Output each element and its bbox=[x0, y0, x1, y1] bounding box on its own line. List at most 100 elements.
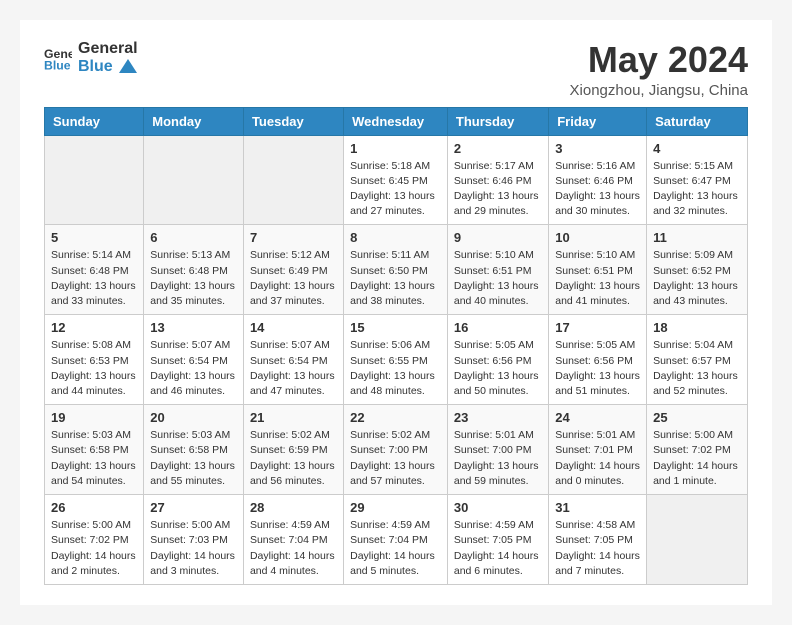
day-number: 8 bbox=[350, 230, 441, 245]
day-info: Sunrise: 4:59 AM Sunset: 7:04 PM Dayligh… bbox=[250, 518, 337, 579]
calendar-container: General Blue General Blue May 2024 Xiong… bbox=[20, 20, 772, 605]
day-info: Sunrise: 4:58 AM Sunset: 7:05 PM Dayligh… bbox=[555, 518, 640, 579]
col-header-sunday: Sunday bbox=[45, 107, 144, 135]
day-number: 29 bbox=[350, 500, 441, 515]
header-row: General Blue General Blue May 2024 Xiong… bbox=[44, 40, 748, 99]
day-info: Sunrise: 5:18 AM Sunset: 6:45 PM Dayligh… bbox=[350, 159, 441, 220]
day-number: 31 bbox=[555, 500, 640, 515]
calendar-cell: 12Sunrise: 5:08 AM Sunset: 6:53 PM Dayli… bbox=[45, 315, 144, 405]
day-info: Sunrise: 5:11 AM Sunset: 6:50 PM Dayligh… bbox=[350, 248, 441, 309]
col-header-friday: Friday bbox=[549, 107, 647, 135]
col-header-tuesday: Tuesday bbox=[243, 107, 343, 135]
day-info: Sunrise: 5:00 AM Sunset: 7:02 PM Dayligh… bbox=[51, 518, 137, 579]
day-number: 11 bbox=[653, 230, 741, 245]
brand-general: General bbox=[78, 40, 138, 58]
day-info: Sunrise: 5:04 AM Sunset: 6:57 PM Dayligh… bbox=[653, 338, 741, 399]
calendar-cell bbox=[144, 135, 244, 225]
day-info: Sunrise: 5:10 AM Sunset: 6:51 PM Dayligh… bbox=[454, 248, 542, 309]
calendar-cell: 22 Sunrise: 5:02 AM Sunset: 7:00 PM Dayli… bbox=[344, 405, 448, 495]
calendar-cell: 3 Sunrise: 5:16 AM Sunset: 6:46 PM Daylig… bbox=[549, 135, 647, 225]
calendar-cell: 13Sunrise: 5:07 AM Sunset: 6:54 PM Dayli… bbox=[144, 315, 244, 405]
day-number: 4 bbox=[653, 141, 741, 156]
day-info: Sunrise: 5:14 AM Sunset: 6:48 PM Dayligh… bbox=[51, 248, 137, 309]
day-info: Sunrise: 5:07 AM Sunset: 6:54 PM Dayligh… bbox=[250, 338, 337, 399]
calendar-cell: 9Sunrise: 5:10 AM Sunset: 6:51 PM Daylig… bbox=[447, 225, 548, 315]
calendar-body: 1 Sunrise: 5:18 AM Sunset: 6:45 PM Daylig… bbox=[45, 135, 748, 584]
calendar-cell: 1 Sunrise: 5:18 AM Sunset: 6:45 PM Daylig… bbox=[344, 135, 448, 225]
day-info: Sunrise: 5:01 AM Sunset: 7:00 PM Dayligh… bbox=[454, 428, 542, 489]
col-header-wednesday: Wednesday bbox=[344, 107, 448, 135]
month-year-title: May 2024 bbox=[570, 40, 748, 80]
day-info: Sunrise: 5:03 AM Sunset: 6:58 PM Dayligh… bbox=[51, 428, 137, 489]
day-number: 16 bbox=[454, 320, 542, 335]
calendar-cell: 21Sunrise: 5:02 AM Sunset: 6:59 PM Dayli… bbox=[243, 405, 343, 495]
day-info: Sunrise: 5:02 AM Sunset: 7:00 PM Dayligh… bbox=[350, 428, 441, 489]
location-subtitle: Xiongzhou, Jiangsu, China bbox=[570, 82, 748, 99]
day-number: 18 bbox=[653, 320, 741, 335]
calendar-table: Sunday Monday Tuesday Wednesday Thursday… bbox=[44, 107, 748, 585]
day-number: 24 bbox=[555, 410, 640, 425]
day-number: 2 bbox=[454, 141, 542, 156]
day-info: Sunrise: 5:06 AM Sunset: 6:55 PM Dayligh… bbox=[350, 338, 441, 399]
calendar-cell: 23 Sunrise: 5:01 AM Sunset: 7:00 PM Dayli… bbox=[447, 405, 548, 495]
calendar-week-row: 19 Sunrise: 5:03 AM Sunset: 6:58 PM Dayli… bbox=[45, 405, 748, 495]
day-number: 12 bbox=[51, 320, 137, 335]
day-info: Sunrise: 5:05 AM Sunset: 6:56 PM Dayligh… bbox=[454, 338, 542, 399]
calendar-cell bbox=[243, 135, 343, 225]
col-header-saturday: Saturday bbox=[647, 107, 748, 135]
calendar-cell bbox=[45, 135, 144, 225]
day-number: 17 bbox=[555, 320, 640, 335]
day-number: 14 bbox=[250, 320, 337, 335]
calendar-cell: 8 Sunrise: 5:11 AM Sunset: 6:50 PM Daylig… bbox=[344, 225, 448, 315]
calendar-week-row: 5 Sunrise: 5:14 AM Sunset: 6:48 PM Daylig… bbox=[45, 225, 748, 315]
calendar-cell: 24Sunrise: 5:01 AM Sunset: 7:01 PM Dayli… bbox=[549, 405, 647, 495]
calendar-cell: 7Sunrise: 5:12 AM Sunset: 6:49 PM Daylig… bbox=[243, 225, 343, 315]
day-number: 15 bbox=[350, 320, 441, 335]
calendar-cell: 31 Sunrise: 4:58 AM Sunset: 7:05 PM Dayli… bbox=[549, 495, 647, 585]
calendar-cell: 14 Sunrise: 5:07 AM Sunset: 6:54 PM Dayli… bbox=[243, 315, 343, 405]
day-number: 1 bbox=[350, 141, 441, 156]
calendar-cell: 25Sunrise: 5:00 AM Sunset: 7:02 PM Dayli… bbox=[647, 405, 748, 495]
day-number: 6 bbox=[150, 230, 237, 245]
title-block: May 2024 Xiongzhou, Jiangsu, China bbox=[570, 40, 748, 99]
calendar-cell: 30Sunrise: 4:59 AM Sunset: 7:05 PM Dayli… bbox=[447, 495, 548, 585]
day-number: 19 bbox=[51, 410, 137, 425]
calendar-cell: 17Sunrise: 5:05 AM Sunset: 6:56 PM Dayli… bbox=[549, 315, 647, 405]
calendar-cell: 4 Sunrise: 5:15 AM Sunset: 6:47 PM Daylig… bbox=[647, 135, 748, 225]
calendar-cell bbox=[647, 495, 748, 585]
calendar-cell: 2Sunrise: 5:17 AM Sunset: 6:46 PM Daylig… bbox=[447, 135, 548, 225]
day-info: Sunrise: 5:03 AM Sunset: 6:58 PM Dayligh… bbox=[150, 428, 237, 489]
col-header-monday: Monday bbox=[144, 107, 244, 135]
calendar-cell: 29 Sunrise: 4:59 AM Sunset: 7:04 PM Dayli… bbox=[344, 495, 448, 585]
day-info: Sunrise: 5:15 AM Sunset: 6:47 PM Dayligh… bbox=[653, 159, 741, 220]
col-header-thursday: Thursday bbox=[447, 107, 548, 135]
calendar-cell: 26 Sunrise: 5:00 AM Sunset: 7:02 PM Dayli… bbox=[45, 495, 144, 585]
calendar-cell: 6 Sunrise: 5:13 AM Sunset: 6:48 PM Daylig… bbox=[144, 225, 244, 315]
day-info: Sunrise: 5:12 AM Sunset: 6:49 PM Dayligh… bbox=[250, 248, 337, 309]
day-info: Sunrise: 5:00 AM Sunset: 7:02 PM Dayligh… bbox=[653, 428, 741, 489]
day-number: 3 bbox=[555, 141, 640, 156]
brand-blue: Blue bbox=[78, 58, 138, 76]
day-number: 13 bbox=[150, 320, 237, 335]
calendar-week-row: 1 Sunrise: 5:18 AM Sunset: 6:45 PM Daylig… bbox=[45, 135, 748, 225]
day-info: Sunrise: 4:59 AM Sunset: 7:04 PM Dayligh… bbox=[350, 518, 441, 579]
day-number: 30 bbox=[454, 500, 542, 515]
day-number: 28 bbox=[250, 500, 337, 515]
calendar-cell: 16 Sunrise: 5:05 AM Sunset: 6:56 PM Dayli… bbox=[447, 315, 548, 405]
day-info: Sunrise: 5:13 AM Sunset: 6:48 PM Dayligh… bbox=[150, 248, 237, 309]
day-number: 26 bbox=[51, 500, 137, 515]
logo: General Blue General Blue bbox=[44, 40, 138, 75]
day-number: 22 bbox=[350, 410, 441, 425]
calendar-cell: 11Sunrise: 5:09 AM Sunset: 6:52 PM Dayli… bbox=[647, 225, 748, 315]
day-info: Sunrise: 5:16 AM Sunset: 6:46 PM Dayligh… bbox=[555, 159, 640, 220]
calendar-cell: 19 Sunrise: 5:03 AM Sunset: 6:58 PM Dayli… bbox=[45, 405, 144, 495]
calendar-cell: 18 Sunrise: 5:04 AM Sunset: 6:57 PM Dayli… bbox=[647, 315, 748, 405]
day-number: 5 bbox=[51, 230, 137, 245]
day-number: 27 bbox=[150, 500, 237, 515]
calendar-cell: 20Sunrise: 5:03 AM Sunset: 6:58 PM Dayli… bbox=[144, 405, 244, 495]
calendar-header-row: Sunday Monday Tuesday Wednesday Thursday… bbox=[45, 107, 748, 135]
calendar-cell: 10Sunrise: 5:10 AM Sunset: 6:51 PM Dayli… bbox=[549, 225, 647, 315]
day-number: 23 bbox=[454, 410, 542, 425]
day-info: Sunrise: 5:02 AM Sunset: 6:59 PM Dayligh… bbox=[250, 428, 337, 489]
calendar-cell: 15 Sunrise: 5:06 AM Sunset: 6:55 PM Dayli… bbox=[344, 315, 448, 405]
